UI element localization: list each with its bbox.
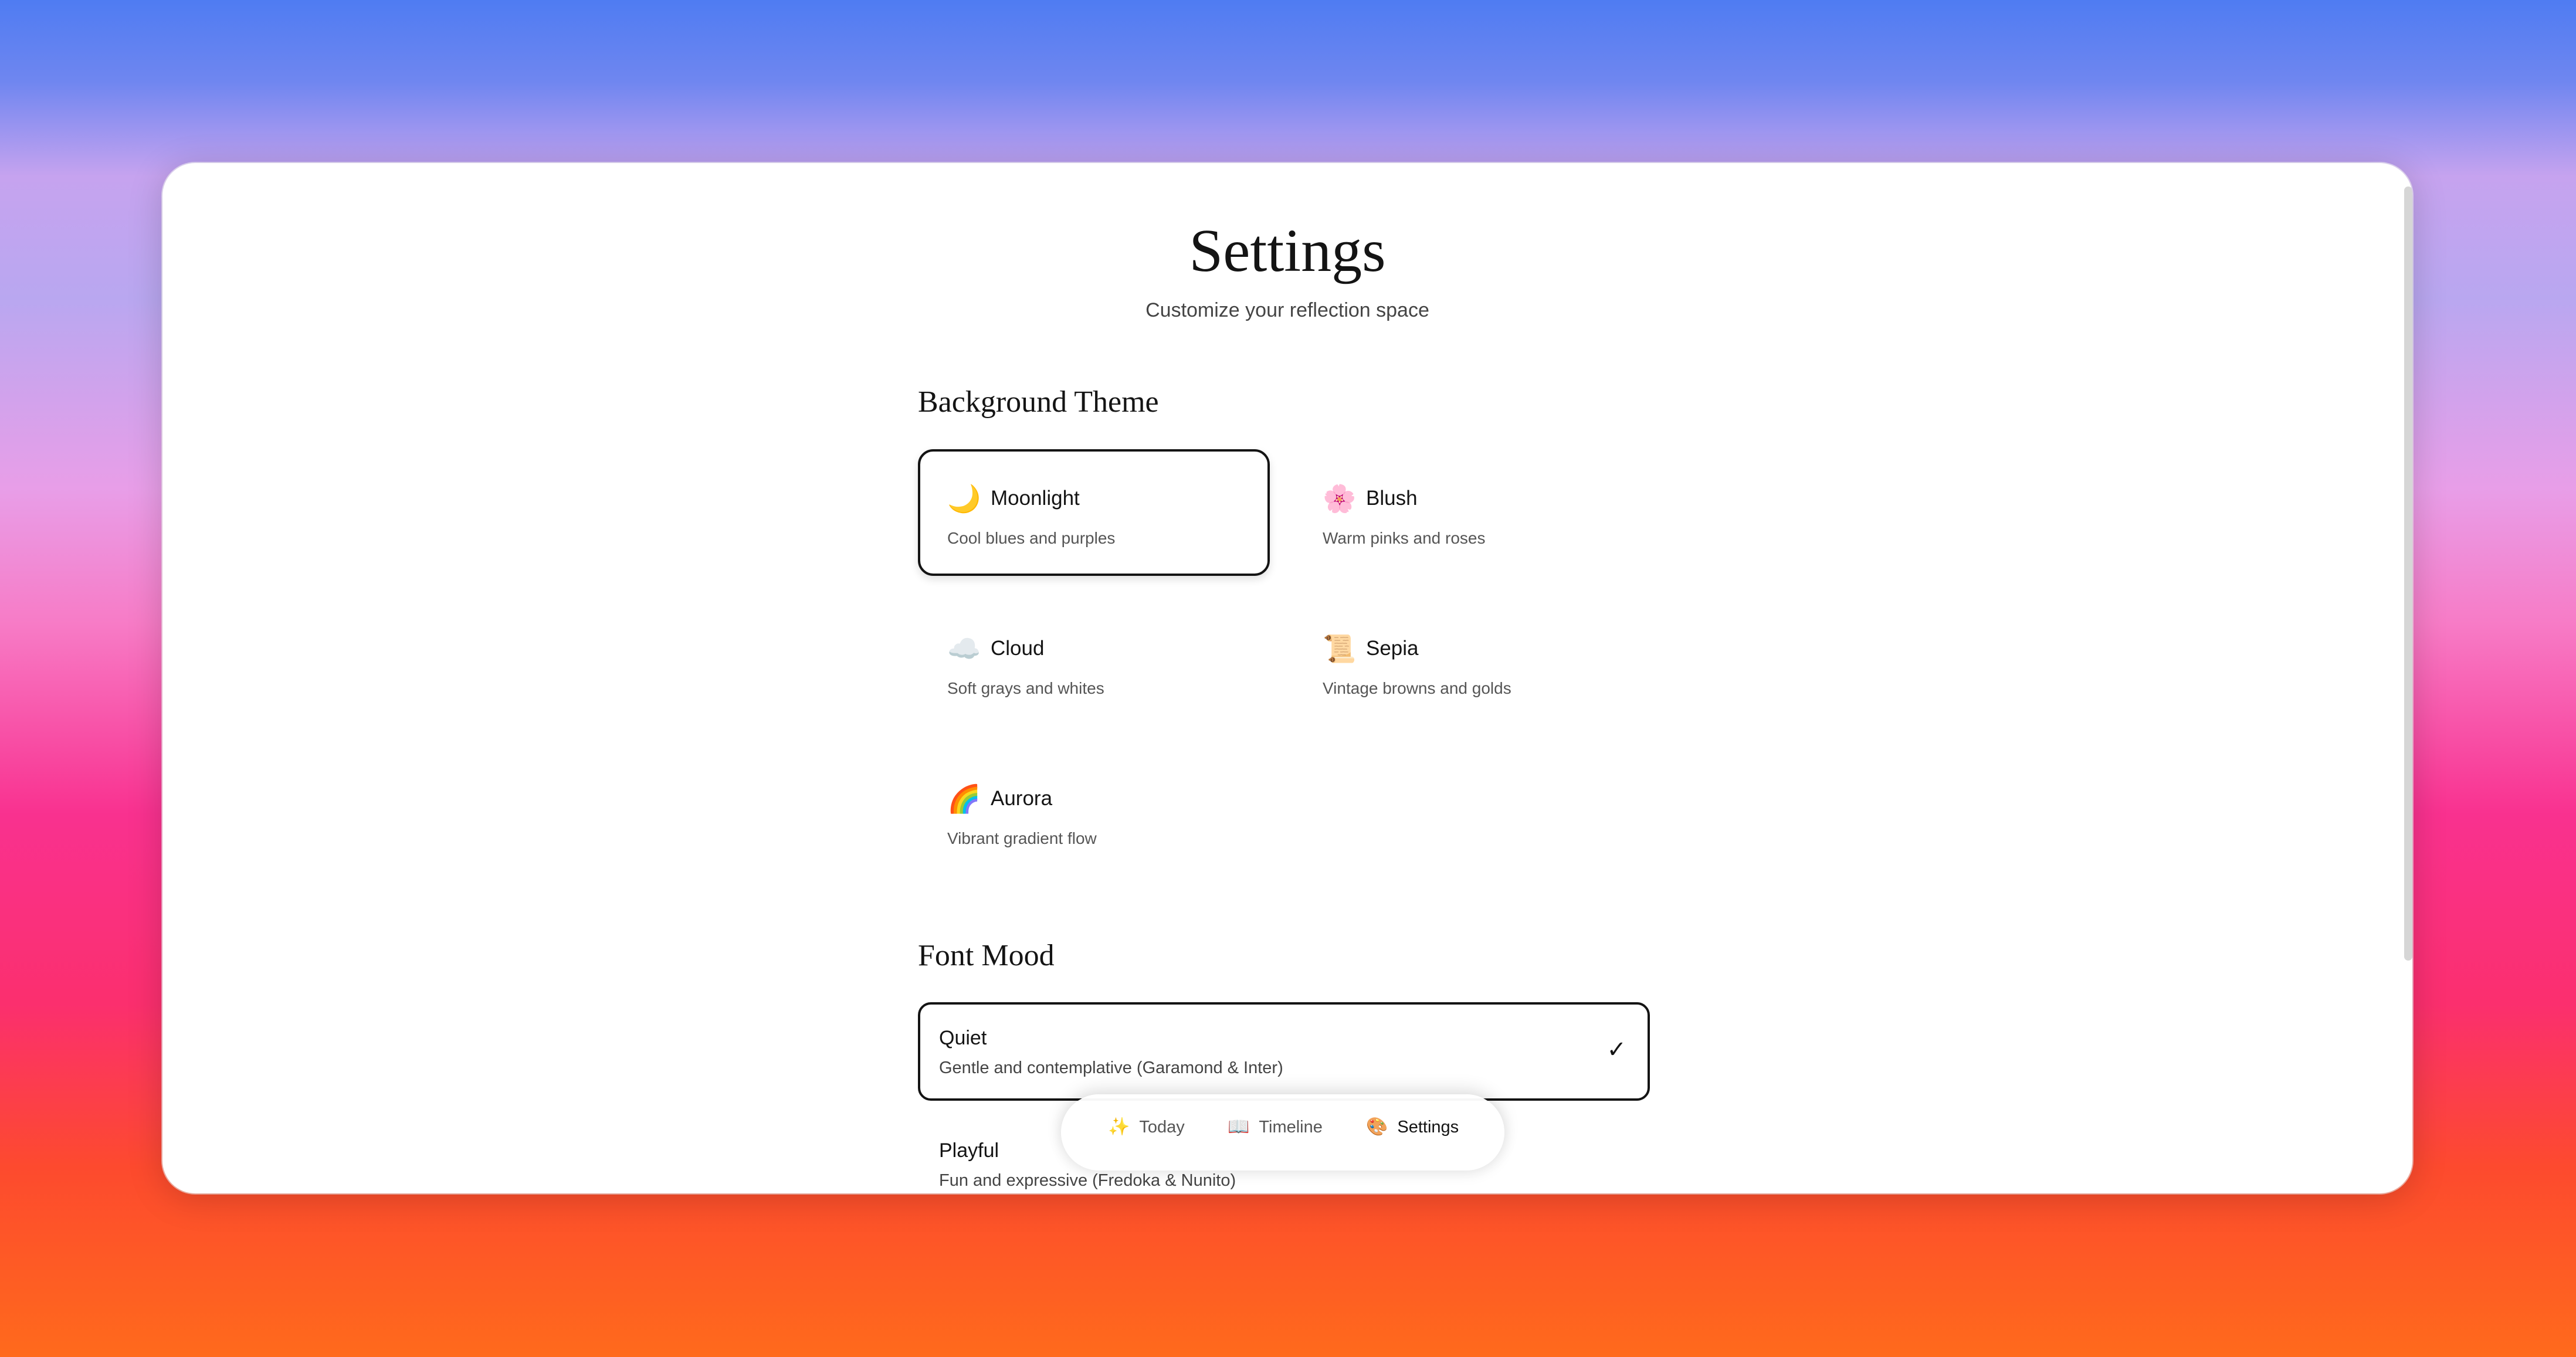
nav-item-settings[interactable]: 🎨 Settings	[1366, 1117, 1459, 1137]
font-mood-heading: Font Mood	[918, 939, 1055, 972]
rainbow-icon: 🌈	[947, 783, 981, 814]
font-option-name: Playful	[939, 1139, 999, 1162]
bottom-nav: ✨ Today 📖 Timeline 🎨 Settings	[1061, 1094, 1504, 1171]
theme-description: Warm pinks and roses	[1323, 529, 1486, 547]
theme-name: Blush	[1366, 487, 1418, 510]
page-title: Settings	[1189, 217, 1386, 284]
theme-name: Cloud	[991, 637, 1045, 660]
palette-icon: 🎨	[1366, 1117, 1388, 1137]
font-option-description: Fun and expressive (Fredoka & Nunito)	[939, 1171, 1236, 1190]
theme-option-aurora[interactable]: 🌈 Aurora Vibrant gradient flow	[918, 749, 1270, 876]
theme-option-sepia[interactable]: 📜 Sepia Vintage browns and golds	[1293, 599, 1645, 726]
theme-description: Vintage browns and golds	[1323, 679, 1511, 697]
theme-option-moonlight[interactable]: 🌙 Moonlight Cool blues and purples	[918, 449, 1270, 576]
open-book-icon: 📖	[1228, 1117, 1250, 1137]
checkmark-icon: ✓	[1606, 1037, 1626, 1063]
crescent-moon-icon: 🌙	[947, 483, 981, 514]
theme-description: Soft grays and whites	[947, 679, 1104, 697]
font-option-name: Quiet	[939, 1027, 987, 1049]
theme-description: Cool blues and purples	[947, 529, 1116, 547]
nav-item-today[interactable]: ✨ Today	[1108, 1117, 1185, 1137]
nav-item-label: Today	[1139, 1118, 1185, 1137]
settings-card: Settings Customize your reflection space…	[162, 163, 2412, 1193]
theme-name: Moonlight	[991, 487, 1080, 510]
nav-item-timeline[interactable]: 📖 Timeline	[1228, 1117, 1323, 1137]
theme-option-blush[interactable]: 🌸 Blush Warm pinks and roses	[1293, 449, 1645, 576]
page-subtitle: Customize your reflection space	[1145, 299, 1429, 321]
theme-option-cloud[interactable]: ☁️ Cloud Soft grays and whites	[918, 599, 1270, 726]
theme-name: Sepia	[1366, 637, 1419, 660]
theme-description: Vibrant gradient flow	[947, 829, 1097, 847]
cloud-icon: ☁️	[947, 633, 981, 664]
scroll-icon: 📜	[1323, 633, 1357, 664]
nav-item-label: Settings	[1397, 1118, 1459, 1137]
sparkles-icon: ✨	[1108, 1117, 1130, 1137]
theme-name: Aurora	[991, 787, 1053, 810]
blossom-icon: 🌸	[1323, 483, 1357, 514]
font-option-quiet[interactable]: Quiet Gentle and contemplative (Garamond…	[918, 1002, 1650, 1101]
font-option-description: Gentle and contemplative (Garamond & Int…	[939, 1059, 1283, 1077]
nav-item-label: Timeline	[1259, 1118, 1323, 1137]
background-theme-heading: Background Theme	[918, 385, 1159, 419]
